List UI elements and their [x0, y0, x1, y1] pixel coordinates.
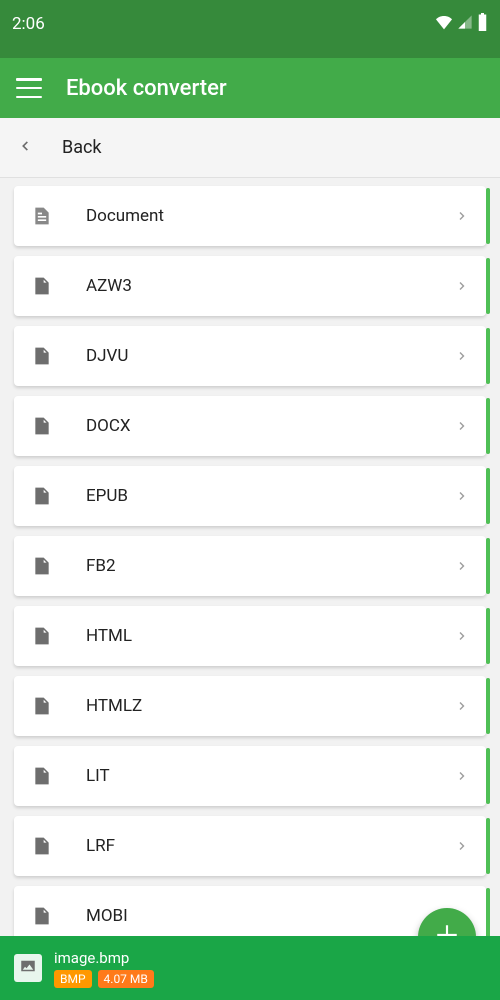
ext-chip: BMP — [54, 970, 92, 988]
battery-icon — [477, 13, 488, 36]
format-row[interactable]: FB2 — [14, 536, 486, 596]
app-title: Ebook converter — [66, 76, 227, 101]
format-label: EPUB — [86, 486, 456, 506]
image-icon — [19, 957, 37, 979]
format-label: FB2 — [86, 556, 456, 576]
format-row[interactable]: HTMLZ — [14, 676, 486, 736]
status-time: 2:06 — [12, 14, 45, 34]
format-label: MOBI — [86, 906, 456, 926]
format-label: AZW3 — [86, 276, 456, 296]
format-row[interactable]: LIT — [14, 746, 486, 806]
file-icon — [32, 624, 56, 648]
menu-icon[interactable] — [16, 78, 42, 98]
format-row[interactable]: AZW3 — [14, 256, 486, 316]
chevron-right-icon — [456, 697, 468, 716]
file-thumb — [14, 954, 42, 982]
file-icon — [32, 834, 56, 858]
wifi-icon — [435, 14, 453, 35]
file-icon — [32, 484, 56, 508]
format-label: HTMLZ — [86, 696, 456, 716]
chevron-left-icon — [18, 138, 32, 157]
file-icon — [32, 764, 56, 788]
format-label: Document — [86, 206, 456, 226]
format-row[interactable]: Document — [14, 186, 486, 246]
format-row[interactable]: HTML — [14, 606, 486, 666]
back-row[interactable]: Back — [0, 118, 500, 178]
chevron-right-icon — [456, 627, 468, 646]
format-label: LRF — [86, 836, 456, 856]
bottom-filename: image.bmp — [54, 949, 154, 967]
format-row[interactable]: EPUB — [14, 466, 486, 526]
format-label: LIT — [86, 766, 456, 786]
bottom-file-bar[interactable]: image.bmp BMP 4.07 MB — [0, 936, 500, 1000]
document-icon — [32, 204, 56, 228]
format-label: HTML — [86, 626, 456, 646]
format-row[interactable]: MOBI — [14, 886, 486, 936]
chevron-right-icon — [456, 487, 468, 506]
file-icon — [32, 904, 56, 928]
format-label: DJVU — [86, 346, 456, 366]
chevron-right-icon — [456, 207, 468, 226]
chevron-right-icon — [456, 767, 468, 786]
status-bar: 2:06 — [0, 0, 500, 58]
size-chip: 4.07 MB — [98, 970, 154, 988]
chevron-right-icon — [456, 347, 468, 366]
signal-icon — [457, 14, 473, 35]
format-row[interactable]: LRF — [14, 816, 486, 876]
chevron-right-icon — [456, 277, 468, 296]
format-label: DOCX — [86, 416, 456, 436]
format-row[interactable]: DJVU — [14, 326, 486, 386]
app-header: Ebook converter — [0, 58, 500, 118]
format-list: Document AZW3 DJVU DOCX EPUB FB2 HTML HTMLZ LIT L… — [0, 178, 500, 936]
chevron-right-icon — [456, 557, 468, 576]
back-label: Back — [62, 137, 102, 158]
file-icon — [32, 414, 56, 438]
file-icon — [32, 554, 56, 578]
chevron-right-icon — [456, 417, 468, 436]
file-icon — [32, 274, 56, 298]
chevron-right-icon — [456, 837, 468, 856]
format-row[interactable]: DOCX — [14, 396, 486, 456]
file-icon — [32, 344, 56, 368]
file-icon — [32, 694, 56, 718]
